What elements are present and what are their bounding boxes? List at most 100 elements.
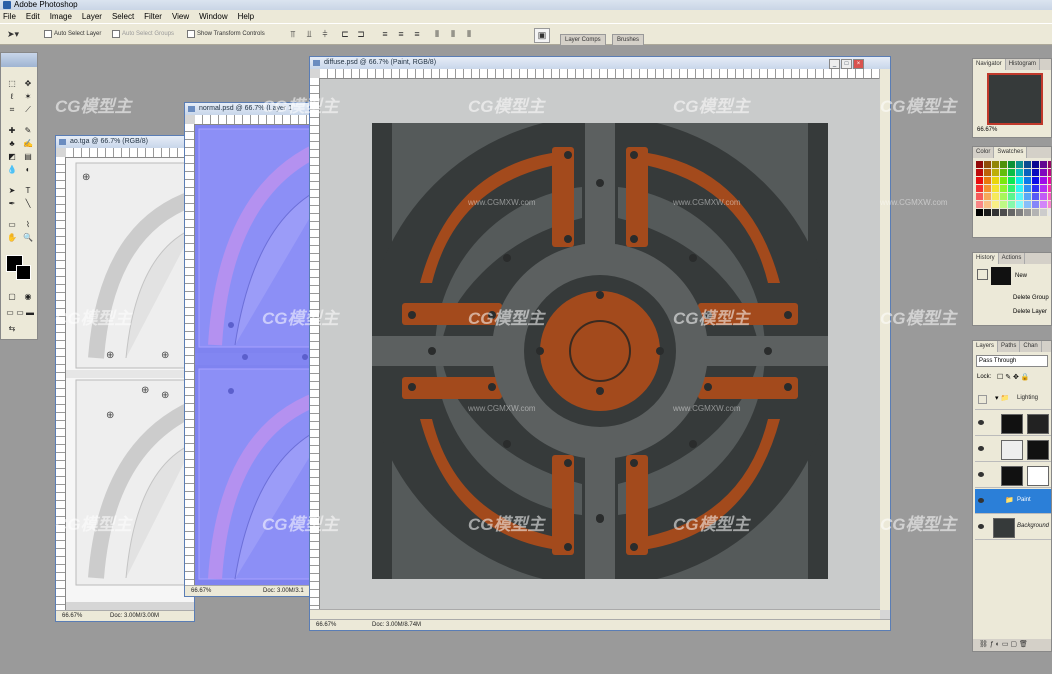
document-window-diffuse[interactable]: diffuse.psd @ 66.7% (Paint, RGB/8) _ □ × xyxy=(309,56,891,631)
align-hcenter-icon[interactable]: ⊐ xyxy=(354,28,368,41)
swatch-cell[interactable] xyxy=(1032,209,1039,216)
history-item-delete-group[interactable]: Delete Group xyxy=(1013,295,1049,301)
swatch-cell[interactable] xyxy=(1000,161,1007,168)
close-button[interactable]: × xyxy=(853,59,864,69)
normal-zoom[interactable]: 66.67% xyxy=(191,586,211,596)
quick-mask-icon[interactable]: ◉ xyxy=(21,291,35,302)
swatch-cell[interactable] xyxy=(1040,193,1047,200)
tab-history[interactable]: History xyxy=(973,253,999,264)
show-transform-controls-checkbox[interactable]: Show Transform Controls xyxy=(187,30,265,38)
menu-layer[interactable]: Layer xyxy=(82,10,102,23)
swatch-cell[interactable] xyxy=(1016,177,1023,184)
menu-window[interactable]: Window xyxy=(199,10,227,23)
menu-image[interactable]: Image xyxy=(50,10,72,23)
blend-mode-select[interactable]: Pass Through xyxy=(976,355,1048,367)
align-vcenter-icon[interactable]: ⫫ xyxy=(302,28,316,41)
swatch-cell[interactable] xyxy=(1032,161,1039,168)
layer-comps-tab[interactable]: Layer Comps xyxy=(560,34,606,45)
swatch-cell[interactable] xyxy=(1048,209,1051,216)
clone-stamp-icon[interactable]: ♣ xyxy=(5,138,19,149)
tab-layers[interactable]: Layers xyxy=(973,341,999,352)
swatch-cell[interactable] xyxy=(1024,185,1031,192)
menu-help[interactable]: Help xyxy=(238,10,254,23)
slice-tool-icon[interactable]: ⟋ xyxy=(21,104,35,115)
align-top-icon[interactable]: ⫪ xyxy=(286,28,300,41)
eye-icon[interactable] xyxy=(978,498,984,503)
swatch-cell[interactable] xyxy=(1024,161,1031,168)
history-item-delete-layer[interactable]: Delete Layer xyxy=(1013,309,1047,315)
swatch-cell[interactable] xyxy=(1040,169,1047,176)
swatch-cell[interactable] xyxy=(1000,193,1007,200)
magic-wand-tool-icon[interactable]: ✶ xyxy=(21,91,35,102)
swatch-cell[interactable] xyxy=(1008,161,1015,168)
ao-zoom[interactable]: 66.67% xyxy=(62,611,82,621)
swatch-cell[interactable] xyxy=(1000,169,1007,176)
swatch-cell[interactable] xyxy=(992,193,999,200)
screen-mode-full-icon[interactable]: ▬ xyxy=(23,307,37,318)
zoom-tool-icon[interactable]: 🔍 xyxy=(21,232,35,243)
history-brush-icon[interactable]: ✍ xyxy=(21,138,35,149)
swatch-cell[interactable] xyxy=(1016,161,1023,168)
maximize-button[interactable]: □ xyxy=(841,59,852,69)
layer-row[interactable] xyxy=(975,411,1051,436)
blur-tool-icon[interactable]: 💧 xyxy=(5,164,19,175)
swatch-cell[interactable] xyxy=(984,161,991,168)
distribute-left-icon[interactable]: ⫴ xyxy=(430,28,444,41)
eye-icon[interactable] xyxy=(978,446,984,451)
menu-select[interactable]: Select xyxy=(112,10,134,23)
swatch-cell[interactable] xyxy=(1016,169,1023,176)
swatch-cell[interactable] xyxy=(1016,185,1023,192)
brush-tool-icon[interactable]: ✎ xyxy=(21,125,35,136)
diffuse-zoom[interactable]: 66.67% xyxy=(316,620,336,630)
gradient-tool-icon[interactable]: ▤ xyxy=(21,151,35,162)
swatch-cell[interactable] xyxy=(984,193,991,200)
swatch-cell[interactable] xyxy=(992,201,999,208)
layer-row-background[interactable]: Background xyxy=(975,515,1051,540)
document-window-ao[interactable]: ao.tga @ 66.7% (RGB/8) ⊕ ⊕ ⊕ ⊕ ⊕ ⊕ 66.67… xyxy=(55,135,195,622)
healing-brush-icon[interactable]: ✚ xyxy=(5,125,19,136)
swatch-cell[interactable] xyxy=(976,209,983,216)
swatch-cell[interactable] xyxy=(992,169,999,176)
background-color-swatch[interactable] xyxy=(16,265,31,280)
tab-channels[interactable]: Chan xyxy=(1020,341,1042,352)
auto-select-groups-checkbox[interactable]: Auto Select Groups xyxy=(112,30,174,38)
swatch-cell[interactable] xyxy=(1040,177,1047,184)
swatch-cell[interactable] xyxy=(1024,209,1031,216)
swatch-cell[interactable] xyxy=(984,169,991,176)
swatch-cell[interactable] xyxy=(1032,201,1039,208)
history-brush-icon[interactable] xyxy=(977,269,988,280)
swatch-cell[interactable] xyxy=(1048,169,1051,176)
swatch-cell[interactable] xyxy=(1000,177,1007,184)
menu-edit[interactable]: Edit xyxy=(26,10,40,23)
swatch-cell[interactable] xyxy=(1024,193,1031,200)
swatch-cell[interactable] xyxy=(1016,193,1023,200)
swatch-cell[interactable] xyxy=(1008,177,1015,184)
swatch-cell[interactable] xyxy=(1048,177,1051,184)
swatch-cell[interactable] xyxy=(976,201,983,208)
swatch-cell[interactable] xyxy=(976,161,983,168)
swatch-cell[interactable] xyxy=(1032,177,1039,184)
layer-row[interactable] xyxy=(975,463,1051,488)
diffuse-title-bar[interactable]: diffuse.psd @ 66.7% (Paint, RGB/8) _ □ × xyxy=(310,57,890,69)
ao-canvas[interactable]: ⊕ ⊕ ⊕ ⊕ ⊕ ⊕ xyxy=(66,158,194,602)
tab-navigator[interactable]: Navigator xyxy=(973,59,1006,70)
swatch-cell[interactable] xyxy=(976,185,983,192)
swatch-cell[interactable] xyxy=(984,209,991,216)
distribute-top-icon[interactable]: ≡ xyxy=(378,28,392,41)
swatch-cell[interactable] xyxy=(1040,185,1047,192)
swatch-cell[interactable] xyxy=(984,201,991,208)
tab-actions[interactable]: Actions xyxy=(999,253,1026,264)
swatch-cell[interactable] xyxy=(1016,209,1023,216)
menu-file[interactable]: File xyxy=(3,10,16,23)
swatch-cell[interactable] xyxy=(1008,209,1015,216)
tab-swatches[interactable]: Swatches xyxy=(994,147,1028,158)
distribute-hcenter-icon[interactable]: ⫴ xyxy=(446,28,460,41)
tab-histogram[interactable]: Histogram xyxy=(1006,59,1041,70)
swatch-cell[interactable] xyxy=(1000,209,1007,216)
swatch-cell[interactable] xyxy=(1000,185,1007,192)
swatch-cell[interactable] xyxy=(992,185,999,192)
move-tool-preset-icon[interactable]: ➤▾ xyxy=(6,28,20,41)
layer-row-paint[interactable]: 📁 Paint xyxy=(975,489,1051,514)
swatch-cell[interactable] xyxy=(984,185,991,192)
swatch-cell[interactable] xyxy=(1000,201,1007,208)
